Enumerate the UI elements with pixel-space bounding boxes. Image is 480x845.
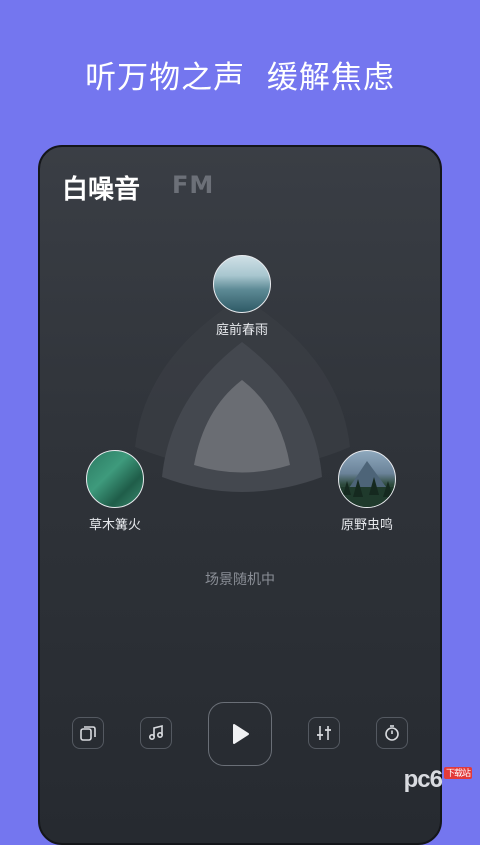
play-icon bbox=[233, 724, 249, 744]
campfire-thumbnail bbox=[86, 450, 144, 508]
mountain-image bbox=[339, 461, 395, 507]
status-text: 场景随机中 bbox=[205, 572, 275, 588]
cards-icon bbox=[80, 726, 96, 741]
stopwatch-icon bbox=[385, 725, 399, 741]
sound-spring-rain[interactable]: 庭前春雨 bbox=[182, 255, 302, 338]
sliders-icon bbox=[317, 726, 331, 740]
play-button[interactable] bbox=[208, 702, 272, 766]
scene-button[interactable] bbox=[72, 717, 104, 749]
player-card: 白噪音 FM 庭前春雨 草木篝火 原野虫鸣 场景随机中 bbox=[38, 145, 442, 845]
headline: 听万物之声 缓解焦虑 bbox=[85, 60, 395, 96]
music-note-icon bbox=[148, 724, 164, 741]
insects-thumbnail bbox=[338, 450, 396, 508]
sound-insects[interactable]: 原野虫鸣 bbox=[307, 450, 427, 533]
campfire-label: 草木篝火 bbox=[88, 518, 141, 533]
sound-campfire[interactable]: 草木篝火 bbox=[55, 450, 175, 533]
music-button[interactable] bbox=[140, 717, 172, 749]
insects-label: 原野虫鸣 bbox=[340, 518, 393, 533]
spring-rain-thumbnail bbox=[213, 255, 271, 313]
spring-rain-label: 庭前春雨 bbox=[215, 323, 268, 338]
mixer-button[interactable] bbox=[308, 717, 340, 749]
timer-button[interactable] bbox=[376, 717, 408, 749]
watermark-logo: pc6 下载站 bbox=[403, 766, 472, 793]
